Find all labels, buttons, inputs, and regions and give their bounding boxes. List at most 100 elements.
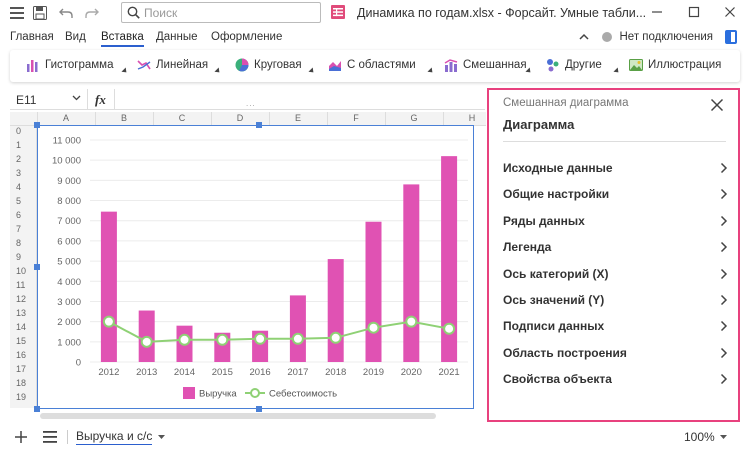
row-header[interactable]: 5 bbox=[10, 196, 37, 206]
column-header[interactable]: E bbox=[269, 113, 327, 123]
ribbon-mixed[interactable]: Смешанная bbox=[444, 58, 527, 72]
row-header[interactable]: 9 bbox=[10, 252, 37, 262]
chevron-up-icon[interactable] bbox=[578, 33, 589, 41]
menu-item-data[interactable]: Данные bbox=[156, 31, 198, 43]
chevron-right-icon bbox=[720, 268, 728, 280]
menu-item-home[interactable]: Главная bbox=[10, 31, 54, 43]
resize-handle[interactable] bbox=[256, 122, 262, 128]
close-window-button[interactable] bbox=[712, 0, 748, 24]
divider bbox=[503, 141, 726, 142]
chevron-down-icon[interactable] bbox=[158, 435, 165, 440]
column-header[interactable]: C bbox=[153, 113, 211, 123]
y-tick-label: 3 000 bbox=[57, 297, 81, 308]
redo-icon[interactable] bbox=[81, 2, 103, 24]
row-header[interactable]: 10 bbox=[10, 266, 37, 276]
row-header[interactable]: 17 bbox=[10, 364, 37, 374]
row-header[interactable]: 4 bbox=[10, 182, 37, 192]
formula-expand-icon[interactable]: ... bbox=[246, 99, 256, 108]
caret-icon[interactable] bbox=[613, 67, 621, 75]
sheet-tab[interactable]: Выручка и с/с bbox=[76, 429, 153, 445]
horizontal-scrollbar[interactable] bbox=[40, 413, 436, 419]
menu-icon[interactable] bbox=[6, 2, 28, 24]
zoom-level[interactable]: 100% bbox=[684, 430, 715, 444]
ribbon-line[interactable]: Линейная bbox=[137, 58, 208, 72]
panel-item-legend[interactable]: Легенда bbox=[503, 237, 728, 257]
caret-icon[interactable] bbox=[427, 67, 435, 75]
row-header[interactable]: 1 bbox=[10, 140, 37, 150]
row-header[interactable]: 6 bbox=[10, 210, 37, 220]
y-tick-label: 9 000 bbox=[57, 176, 81, 187]
insert-ribbon: Гистограмма Линейная Круговая С областям… bbox=[10, 50, 740, 82]
add-sheet-icon[interactable] bbox=[14, 430, 28, 444]
row-headers: 0 1 2 3 4 5 6 7 8 9 10 11 12 13 14 15 16… bbox=[10, 126, 37, 408]
row-header[interactable]: 12 bbox=[10, 294, 37, 304]
formula-input[interactable] bbox=[114, 89, 484, 110]
panel-item-data-series[interactable]: Ряды данных bbox=[503, 211, 728, 231]
search-input[interactable] bbox=[144, 5, 314, 20]
ribbon-other[interactable]: Другие bbox=[546, 58, 602, 72]
column-header[interactable]: B bbox=[95, 113, 153, 123]
chart-object[interactable]: 0 1 000 2 000 3 000 4 000 5 000 6 000 7 000 8 00… bbox=[37, 125, 474, 409]
area-chart-icon bbox=[329, 61, 341, 71]
undo-icon[interactable] bbox=[55, 2, 77, 24]
resize-handle[interactable] bbox=[34, 264, 40, 270]
panel-item-source-data[interactable]: Исходные данные bbox=[503, 158, 728, 178]
resize-handle[interactable] bbox=[34, 122, 40, 128]
minimize-button[interactable] bbox=[639, 0, 675, 24]
panel-item-label: Общие настройки bbox=[503, 187, 610, 201]
panel-item-plot-area[interactable]: Область построения bbox=[503, 343, 728, 363]
caret-icon[interactable] bbox=[214, 67, 222, 75]
line-chart-icon bbox=[137, 60, 151, 70]
caret-icon[interactable] bbox=[308, 67, 316, 75]
row-header[interactable]: 14 bbox=[10, 322, 37, 332]
search-box[interactable] bbox=[121, 2, 321, 23]
row-header[interactable]: 3 bbox=[10, 168, 37, 178]
sheet-list-icon[interactable] bbox=[43, 431, 57, 443]
panel-item-object-properties[interactable]: Свойства объекта bbox=[503, 369, 728, 389]
panel-item-data-labels[interactable]: Подписи данных bbox=[503, 316, 728, 336]
panel-item-category-axis[interactable]: Ось категорий (X) bbox=[503, 264, 728, 284]
resize-handle[interactable] bbox=[34, 406, 40, 412]
ribbon-histogram-label: Гистограмма bbox=[45, 59, 114, 71]
line-point bbox=[443, 322, 456, 335]
close-icon[interactable] bbox=[710, 98, 724, 112]
row-header[interactable]: 0 bbox=[10, 126, 37, 136]
row-header[interactable]: 7 bbox=[10, 224, 37, 234]
ribbon-pie[interactable]: Круговая bbox=[235, 58, 302, 72]
menu-item-insert[interactable]: Вставка bbox=[101, 31, 144, 47]
function-icon[interactable]: fx bbox=[95, 92, 106, 108]
panel-item-value-axis[interactable]: Ось значений (Y) bbox=[503, 290, 728, 310]
row-header[interactable]: 11 bbox=[10, 280, 37, 290]
row-header[interactable]: 16 bbox=[10, 350, 37, 360]
row-header[interactable]: 2 bbox=[10, 154, 37, 164]
column-header[interactable]: A bbox=[37, 113, 95, 123]
cell-reference[interactable]: E11 bbox=[10, 89, 88, 110]
column-header[interactable]: F bbox=[327, 113, 385, 123]
panel-toggle-icon[interactable] bbox=[725, 30, 737, 44]
resize-handle[interactable] bbox=[256, 406, 262, 412]
maximize-button[interactable] bbox=[676, 0, 712, 24]
row-header[interactable]: 13 bbox=[10, 308, 37, 318]
ribbon-area[interactable]: С областями bbox=[328, 58, 416, 72]
x-tick-label: 2012 bbox=[98, 367, 119, 378]
panel-item-general-settings[interactable]: Общие настройки bbox=[503, 184, 728, 204]
y-tick-label: 0 bbox=[76, 358, 81, 369]
y-tick-label: 4 000 bbox=[57, 277, 81, 288]
row-header[interactable]: 8 bbox=[10, 238, 37, 248]
minimize-icon bbox=[652, 11, 662, 13]
row-header[interactable]: 18 bbox=[10, 378, 37, 388]
row-header[interactable]: 19 bbox=[10, 392, 37, 402]
caret-icon[interactable] bbox=[121, 67, 129, 75]
ribbon-histogram[interactable]: Гистограмма bbox=[26, 58, 113, 72]
column-header[interactable]: G bbox=[385, 113, 443, 123]
formula-bar: E11 fx ... bbox=[10, 89, 485, 110]
row-header[interactable]: 15 bbox=[10, 336, 37, 346]
save-icon[interactable] bbox=[29, 2, 51, 24]
column-header[interactable]: H bbox=[443, 113, 486, 123]
menu-item-view[interactable]: Вид bbox=[65, 31, 86, 43]
line-point bbox=[291, 332, 304, 345]
ribbon-illustration[interactable]: Иллюстрация bbox=[629, 58, 721, 72]
chevron-down-icon[interactable] bbox=[720, 435, 727, 440]
menu-item-format[interactable]: Оформление bbox=[211, 31, 282, 43]
bar bbox=[100, 211, 117, 362]
